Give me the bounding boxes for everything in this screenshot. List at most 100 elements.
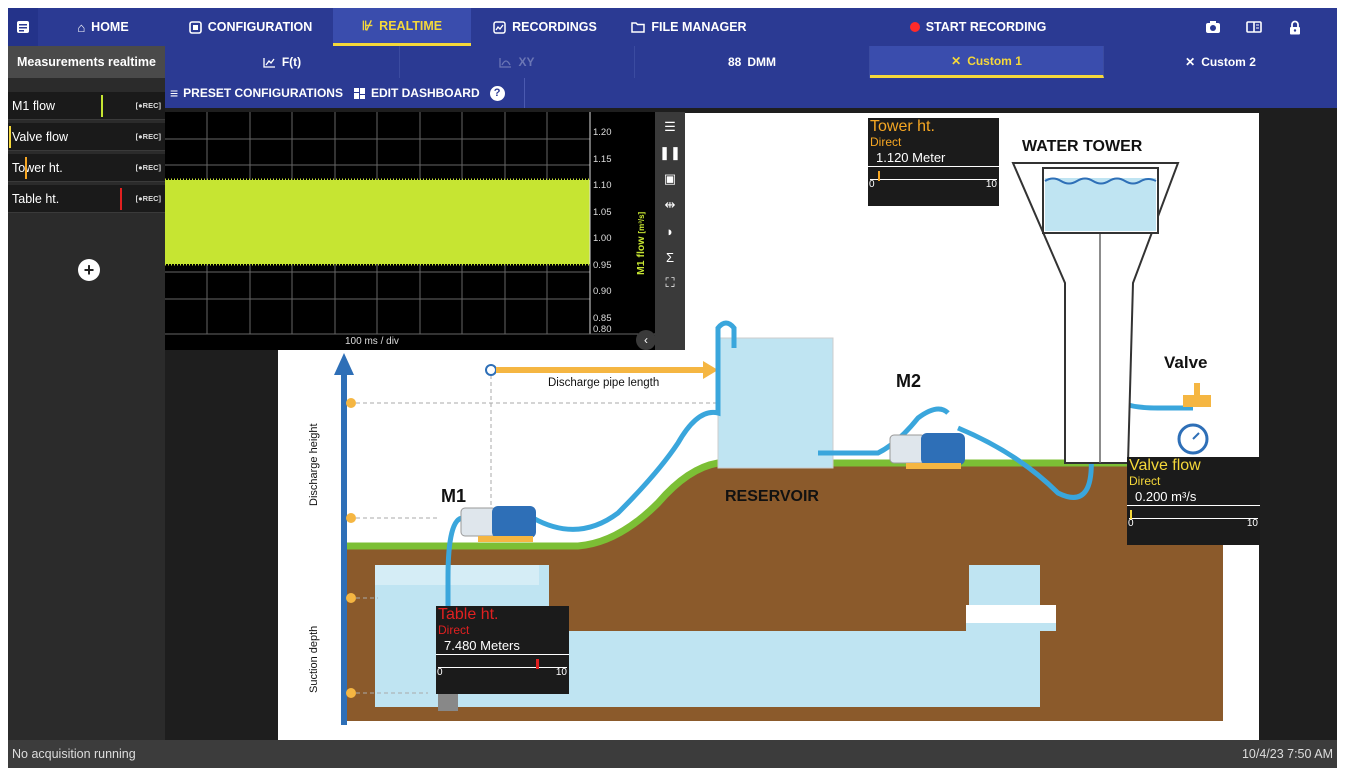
ground-overhang	[549, 565, 969, 631]
gauge-fill	[878, 171, 880, 181]
nav-realtime[interactable]: ⊮ REALTIME	[333, 8, 471, 46]
dashboard-toolbar: ≡ PRESET CONFIGURATIONS EDIT DASHBOARD ?	[165, 78, 1337, 108]
m2-pump-base	[906, 463, 961, 469]
book-icon[interactable]	[1231, 8, 1277, 46]
checklist-icon[interactable]: ☰	[664, 118, 676, 136]
tick-label: 0.80	[593, 324, 612, 335]
discharge-height-label: Discharge height	[308, 423, 320, 506]
gauge-value: 1.120 Meter	[868, 149, 999, 167]
top-nav: ⌂ HOME CONFIGURATION ⊮ REALTIME RECORDIN…	[8, 8, 1337, 46]
collapse-icon[interactable]: ‹	[636, 330, 656, 350]
valve-label: Valve	[1164, 353, 1208, 372]
realtime-icon: ⊮	[361, 17, 374, 33]
measurement-item-m1-flow[interactable]: M1 flow [●REC]	[8, 92, 165, 120]
gauge-scale: 0 10	[436, 655, 569, 678]
pause-icon[interactable]: ❚❚	[659, 144, 681, 162]
config-icon	[188, 20, 202, 34]
line-chart-icon	[263, 57, 275, 68]
scope-timebase: 100 ms / div	[345, 336, 399, 347]
xy-chart-icon	[499, 57, 512, 68]
discharge-pipe-label: Discharge pipe length	[548, 377, 660, 389]
scope-plot	[165, 112, 655, 335]
tab-ft[interactable]: F(t)	[165, 46, 400, 78]
tab-dmm[interactable]: 88 DMM	[635, 46, 870, 78]
help-button[interactable]: ?	[485, 78, 510, 108]
nav-home[interactable]: ⌂ HOME	[38, 8, 168, 46]
measurement-color-marker	[9, 126, 11, 148]
tab-xy[interactable]: XY	[400, 46, 635, 78]
m2-pump-housing	[889, 434, 926, 464]
gauge-value: 0.200 m³/s	[1127, 488, 1260, 506]
tower-water	[1045, 178, 1156, 231]
gauge-tower-height[interactable]: Tower ht. Direct 1.120 Meter 0 10	[868, 118, 999, 206]
view-tabs: F(t) XY 88 DMM ✕ Custom 1 ✕ Custom 2	[165, 46, 1337, 78]
water-tower-label: WATER TOWER	[1022, 138, 1143, 155]
measurement-item-tower-ht[interactable]: Tower ht. [●REC]	[8, 154, 165, 182]
m1-flow-trace	[165, 180, 590, 264]
nav-recordings[interactable]: RECORDINGS	[471, 8, 619, 46]
dashboard-icon	[353, 87, 365, 99]
gauge-scale: 0 10	[1127, 506, 1260, 529]
tab-custom-2[interactable]: ✕ Custom 2	[1104, 46, 1337, 78]
folder-icon	[631, 22, 646, 33]
reservoir-tank	[717, 337, 834, 469]
measurement-label: Table ht.	[12, 191, 60, 206]
sigma-icon[interactable]: Σ	[666, 248, 674, 266]
m1-label: M1	[441, 486, 467, 506]
nav-configuration[interactable]: CONFIGURATION	[168, 8, 333, 46]
add-measurement-button[interactable]: +	[78, 259, 100, 281]
settings-icon[interactable]: ▣	[664, 170, 676, 188]
menu-icon[interactable]	[8, 8, 38, 46]
tag-icon[interactable]: ◗	[666, 222, 674, 240]
tick-label: 1.05	[593, 206, 612, 218]
fit-width-icon[interactable]: ⇹	[665, 196, 676, 214]
custom-icon: ✕	[1185, 55, 1196, 69]
lock-icon[interactable]	[1277, 8, 1313, 46]
edit-dashboard-button[interactable]: EDIT DASHBOARD	[348, 78, 485, 108]
reservoir-label: RESERVOIR	[725, 488, 819, 505]
custom-icon: ✕	[951, 53, 962, 68]
gauge-scale: 0 10	[868, 167, 999, 190]
measurements-sidebar: Measurements realtime M1 flow [●REC] Val…	[8, 46, 165, 746]
scope-widget[interactable]: 1.20 1.15 1.10 1.05 1.00 0.95 0.90 0.85 …	[165, 112, 655, 350]
measurement-item-valve-flow[interactable]: Valve flow [●REC]	[8, 123, 165, 151]
scope-tick-labels: 1.20 1.15 1.10 1.05 1.00 0.95 0.90 0.85	[593, 120, 612, 332]
cavity-water	[966, 623, 1056, 631]
datetime: 10/4/23 7:50 AM	[1241, 747, 1333, 761]
fullscreen-icon[interactable]: ⛶	[665, 274, 674, 292]
camera-icon[interactable]	[1195, 8, 1231, 46]
nav-file-manager[interactable]: FILE MANAGER	[619, 8, 759, 46]
m1-pump-housing	[460, 507, 497, 537]
measurement-label: Tower ht.	[12, 160, 63, 175]
scale-marker	[346, 513, 356, 523]
rec-badge[interactable]: [●REC]	[136, 163, 161, 172]
app-window: ⌂ HOME CONFIGURATION ⊮ REALTIME RECORDIN…	[8, 8, 1337, 768]
gauge-valve-flow[interactable]: Valve flow Direct 0.200 m³/s 0 10	[1127, 457, 1260, 545]
tick-label: 1.10	[593, 180, 612, 191]
measurement-color-marker	[120, 188, 122, 210]
scale-marker	[346, 593, 356, 603]
preset-configurations-button[interactable]: ≡ PRESET CONFIGURATIONS	[165, 78, 348, 108]
measurement-item-table-ht[interactable]: Table ht. [●REC]	[8, 185, 165, 213]
rec-badge[interactable]: [●REC]	[136, 101, 161, 110]
recordings-icon	[493, 20, 506, 34]
scale-arrow-head	[334, 353, 354, 375]
suction-depth-label: Suction depth	[308, 625, 320, 693]
tick-label: 0.90	[593, 286, 612, 297]
gauge-title: Tower ht.	[870, 118, 935, 135]
gauge-table-height[interactable]: Table ht. Direct 7.480 Meters 0 10	[436, 606, 569, 694]
home-icon: ⌂	[77, 19, 86, 35]
valve-body	[1183, 395, 1211, 407]
toolbar-divider	[523, 78, 525, 108]
rec-badge[interactable]: [●REC]	[136, 132, 161, 141]
sidebar-title: Measurements realtime	[8, 46, 165, 78]
help-icon: ?	[489, 85, 505, 101]
start-recording-button[interactable]: START RECORDING	[847, 8, 1109, 46]
gauge-mode: Direct	[870, 135, 902, 149]
tab-custom-1[interactable]: ✕ Custom 1	[870, 46, 1104, 78]
rec-badge[interactable]: [●REC]	[136, 194, 161, 203]
pipe-marker	[485, 364, 497, 376]
record-icon	[909, 22, 920, 32]
m1-pump-motor	[492, 506, 536, 538]
m1-pump-base	[478, 536, 533, 542]
